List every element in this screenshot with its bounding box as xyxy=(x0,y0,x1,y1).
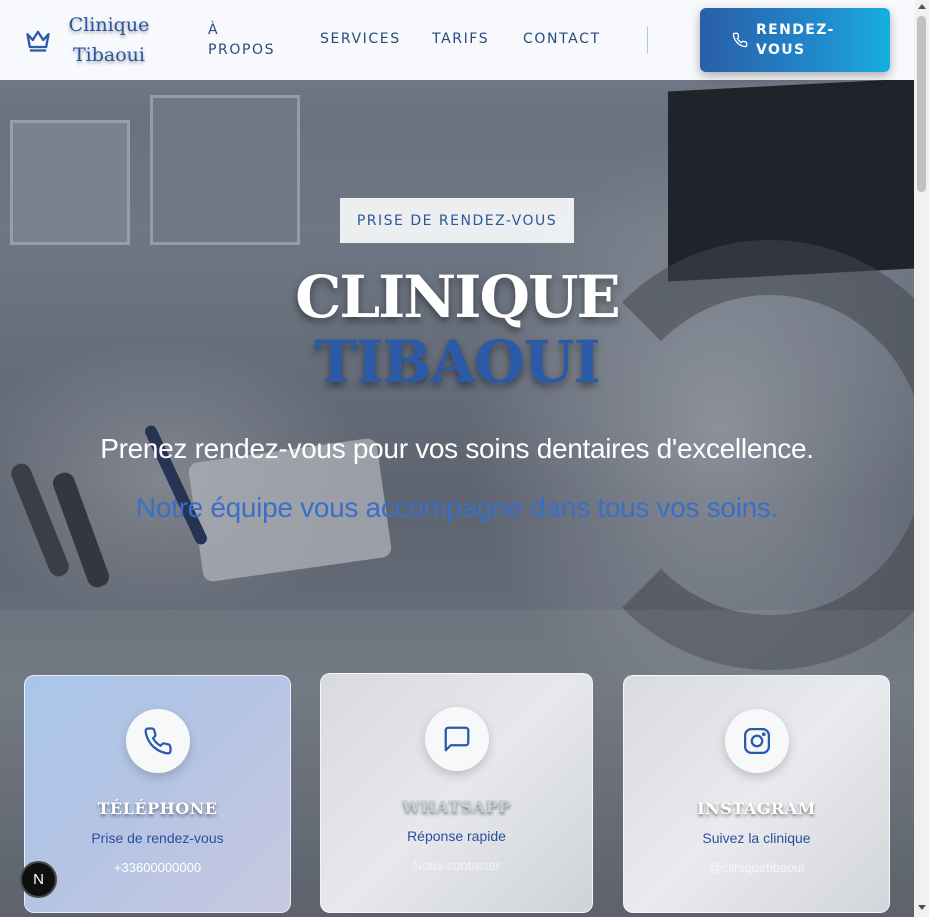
contact-card-instagram[interactable]: INSTAGRAM Suivez la clinique @cliniqueti… xyxy=(623,675,890,913)
scroll-thumb[interactable] xyxy=(917,16,926,192)
card-value[interactable]: +33600000000 xyxy=(114,860,201,875)
page-scrollbar[interactable] xyxy=(914,0,929,917)
nav-link-apropos[interactable]: À PROPOS xyxy=(208,20,278,60)
nav-divider xyxy=(647,26,648,54)
logo[interactable]: Clinique Tibaoui xyxy=(24,10,154,70)
rendez-vous-button[interactable]: RENDEZ-VOUS xyxy=(700,8,890,72)
rendez-vous-label: RENDEZ-VOUS xyxy=(756,22,835,58)
hero-subtitle-secondary: Notre équipe vous accompagne dans tous v… xyxy=(135,492,779,523)
floating-n-button[interactable]: N xyxy=(20,861,57,898)
card-subtitle: Prise de rendez-vous xyxy=(91,830,224,846)
hero-title-line-2: TIBAOUI xyxy=(314,328,601,396)
card-title: TÉLÉPHONE xyxy=(97,799,218,818)
card-title: INSTAGRAM xyxy=(697,799,816,818)
logo-line-1: Clinique xyxy=(68,14,150,36)
nav-link-services[interactable]: SERVICES xyxy=(320,31,401,47)
nav-link-contact[interactable]: CONTACT xyxy=(523,31,601,47)
logo-text: Clinique Tibaoui xyxy=(64,10,154,70)
scroll-up-arrow-icon[interactable] xyxy=(918,4,926,9)
card-icon-circle xyxy=(424,707,489,771)
site-header: Clinique Tibaoui À PROPOS SERVICES TARIF… xyxy=(0,0,914,80)
card-value[interactable]: @cliniquetibaoui xyxy=(709,860,805,875)
contact-card-phone[interactable]: TÉLÉPHONE Prise de rendez-vous +33600000… xyxy=(24,675,291,913)
card-subtitle: Suivez la clinique xyxy=(702,830,811,846)
nav-link-tarifs[interactable]: TARIFS xyxy=(432,31,489,47)
hero-title-line-1: CLINIQUE xyxy=(295,263,621,331)
hero-subtitle: Prenez rendez-vous pour vos soins dentai… xyxy=(100,433,814,464)
contact-card-whatsapp[interactable]: WHATSAPP Réponse rapide Nous contacter xyxy=(320,673,593,913)
card-value[interactable]: Nous contacter xyxy=(413,858,500,873)
card-title: WHATSAPP xyxy=(402,797,511,816)
card-icon-circle xyxy=(724,709,789,773)
phone-icon xyxy=(144,727,172,755)
chat-bubble-icon xyxy=(444,726,469,752)
scroll-down-arrow-icon[interactable] xyxy=(918,905,926,910)
card-icon-circle xyxy=(125,709,190,773)
card-subtitle: Réponse rapide xyxy=(407,828,506,844)
phone-icon xyxy=(732,32,748,48)
hero-badge: PRISE DE RENDEZ-VOUS xyxy=(340,198,574,243)
crown-icon xyxy=(26,30,50,52)
logo-line-2: Tibaoui xyxy=(73,44,145,66)
instagram-icon xyxy=(743,728,770,754)
